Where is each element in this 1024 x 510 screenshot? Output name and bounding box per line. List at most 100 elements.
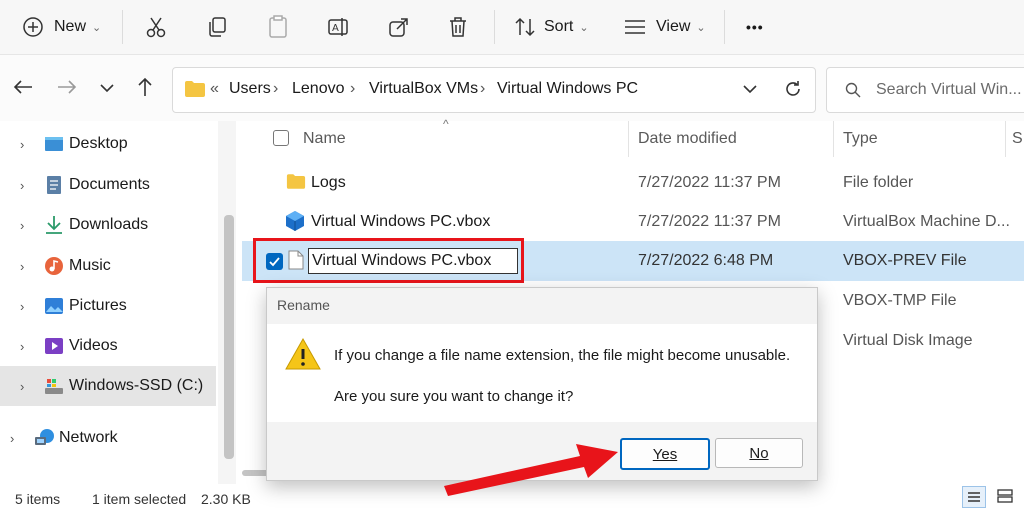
no-button[interactable]: No: [715, 438, 803, 468]
sidebar-item-documents[interactable]: › Documents: [0, 165, 216, 205]
toolbar-divider: [494, 10, 495, 44]
sidebar-item-windows-ssd[interactable]: › Windows-SSD (C:): [0, 366, 216, 406]
yes-button-label: Yes: [652, 445, 678, 463]
svg-text:A: A: [332, 23, 339, 34]
sidebar-item-pictures[interactable]: › Pictures: [0, 286, 216, 326]
sort-button[interactable]: Sort ⌄: [514, 0, 589, 54]
column-divider[interactable]: [628, 121, 629, 157]
details-view-icon[interactable]: [962, 486, 986, 508]
sidebar-item-label: Desktop: [69, 135, 128, 152]
dialog-title: Rename: [277, 297, 330, 313]
view-button[interactable]: View ⌄: [624, 0, 706, 54]
file-row[interactable]: Logs 7/27/2022 11:37 PM File folder: [242, 163, 1024, 203]
breadcrumb-users[interactable]: Users: [229, 80, 271, 98]
no-button-label: No: [749, 444, 769, 462]
sidebar-item-network[interactable]: › Network: [0, 418, 216, 458]
breadcrumb-virtual-windows-pc[interactable]: Virtual Windows PC: [497, 80, 638, 98]
sort-label: Sort: [544, 18, 574, 35]
search-placeholder: Search Virtual Win...: [876, 81, 1022, 98]
share-icon: [388, 16, 410, 38]
status-size: 2.30 KB: [201, 491, 251, 507]
copy-icon: [206, 16, 228, 38]
file-row[interactable]: Virtual Windows PC.vbox 7/27/2022 11:37 …: [242, 202, 1024, 242]
rename-button[interactable]: A: [328, 0, 352, 54]
column-header-date-modified[interactable]: Date modified: [638, 130, 737, 148]
documents-icon: [44, 175, 64, 195]
delete-button[interactable]: [448, 0, 468, 54]
chevron-down-icon: [100, 80, 114, 98]
folder-icon: [184, 80, 206, 103]
sidebar-item-videos[interactable]: › Videos: [0, 326, 216, 366]
up-button[interactable]: [130, 72, 160, 106]
refresh-icon[interactable]: [783, 79, 803, 104]
file-name: Virtual Windows PC.vbox: [311, 213, 491, 230]
chevron-right-icon[interactable]: ›: [10, 431, 14, 446]
videos-icon: [44, 336, 64, 356]
sidebar-item-label: Videos: [69, 337, 118, 354]
chevron-down-icon: ⌄: [696, 21, 706, 34]
arrow-up-icon: [137, 77, 153, 102]
folder-icon: [286, 173, 306, 195]
chevron-right-icon[interactable]: ›: [20, 379, 24, 394]
back-button[interactable]: [8, 72, 38, 106]
dialog-question: Are you sure you want to change it?: [334, 388, 574, 405]
paste-button[interactable]: [268, 0, 288, 54]
yes-button[interactable]: Yes: [620, 438, 710, 470]
tiles-view-icon[interactable]: [994, 486, 1018, 508]
toolbar-divider: [122, 10, 123, 44]
sidebar-item-desktop[interactable]: › Desktop: [0, 124, 216, 164]
forward-button[interactable]: [52, 72, 82, 106]
virtualbox-icon: [285, 210, 305, 237]
paste-icon: [268, 15, 288, 39]
share-button[interactable]: [388, 0, 410, 54]
breadcrumb-separator: ›: [480, 80, 486, 97]
column-divider[interactable]: [1005, 121, 1006, 157]
sidebar-item-label: Windows-SSD (C:): [69, 377, 204, 394]
downloads-icon: [44, 215, 64, 235]
breadcrumb-separator: ›: [273, 80, 279, 97]
breadcrumb-overflow[interactable]: «: [210, 80, 219, 98]
column-header-size[interactable]: S: [1012, 130, 1023, 148]
sidebar-scrollbar[interactable]: [224, 215, 234, 459]
file-date: 7/27/2022 11:37 PM: [638, 213, 781, 230]
chevron-down-icon: ⌄: [579, 21, 589, 34]
chevron-right-icon[interactable]: ›: [20, 178, 24, 193]
chevron-right-icon[interactable]: ›: [20, 299, 24, 314]
file-type: VBOX-PREV File: [843, 252, 967, 269]
arrow-left-icon: [13, 79, 33, 100]
toolbar-divider: [724, 10, 725, 44]
chevron-right-icon[interactable]: ›: [20, 259, 24, 274]
drive-icon: [44, 376, 64, 396]
sidebar-item-music[interactable]: › Music: [0, 246, 216, 286]
more-icon[interactable]: •••: [746, 0, 764, 54]
sidebar-item-label: Pictures: [69, 297, 127, 314]
column-header-name[interactable]: Name: [303, 130, 346, 148]
select-all-checkbox[interactable]: [273, 130, 289, 146]
file-name: Logs: [311, 174, 346, 191]
annotation-highlight-box: [253, 238, 524, 283]
sidebar-item-label: Network: [59, 429, 118, 446]
address-history-chevron-icon[interactable]: [742, 82, 758, 100]
cut-button[interactable]: [146, 0, 166, 54]
copy-button[interactable]: [206, 0, 228, 54]
file-date: 7/27/2022 11:37 PM: [638, 174, 781, 191]
column-header-type[interactable]: Type: [843, 130, 878, 148]
chevron-right-icon[interactable]: ›: [20, 137, 24, 152]
file-type: Virtual Disk Image: [843, 332, 973, 349]
rename-icon: A: [328, 16, 352, 38]
breadcrumb-separator: ›: [350, 80, 356, 97]
status-selection: 1 item selected: [92, 491, 187, 507]
file-type: File folder: [843, 174, 914, 191]
sidebar-item-label: Documents: [69, 176, 150, 193]
file-type: VirtualBox Machine D...: [843, 213, 1010, 230]
breadcrumb-virtualbox-vms[interactable]: VirtualBox VMs: [369, 80, 478, 98]
recent-locations-button[interactable]: [92, 72, 122, 106]
breadcrumb-lenovo[interactable]: Lenovo: [292, 80, 345, 98]
view-icon: [624, 18, 646, 36]
network-icon: [34, 428, 54, 448]
column-divider[interactable]: [833, 121, 834, 157]
chevron-right-icon[interactable]: ›: [20, 339, 24, 354]
chevron-right-icon[interactable]: ›: [20, 218, 24, 233]
new-button[interactable]: New ⌄: [22, 0, 101, 54]
sidebar-item-downloads[interactable]: › Downloads: [0, 205, 216, 245]
